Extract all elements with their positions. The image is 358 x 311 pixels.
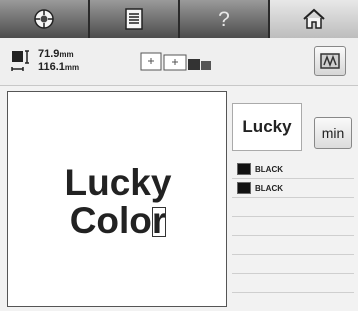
needle-sewing-icon — [34, 9, 54, 29]
tab-help[interactable]: ? — [180, 0, 270, 38]
empty-color-row — [232, 274, 354, 293]
canvas-line-2: Color — [69, 200, 167, 241]
home-icon — [303, 8, 325, 29]
text-cursor: r — [151, 200, 167, 241]
empty-color-row — [232, 217, 354, 236]
color-name: BLACK — [255, 183, 283, 193]
tab-home[interactable] — [270, 0, 358, 38]
empty-color-row — [232, 236, 354, 255]
min-button[interactable]: min — [314, 117, 352, 149]
color-swatch — [237, 163, 251, 175]
info-bar: 71.9mm 116.1mm — [0, 38, 358, 86]
text-preview: Lucky — [232, 103, 302, 151]
tab-sewing-settings[interactable] — [0, 0, 90, 38]
canvas-line-1: Lucky — [64, 162, 172, 203]
empty-color-row — [232, 198, 354, 217]
hoop-size-icon — [140, 52, 211, 71]
empty-color-row — [232, 293, 354, 311]
thread-color-list: BLACK BLACK — [232, 160, 354, 306]
embroidery-view-icon — [320, 53, 340, 69]
canvas-text: Lucky Color — [8, 164, 228, 240]
height-value: 116.1mm — [38, 61, 80, 73]
color-row[interactable]: BLACK — [232, 160, 354, 179]
svg-text:?: ? — [218, 8, 230, 30]
color-name: BLACK — [255, 164, 283, 174]
width-value: 71.9mm — [38, 48, 74, 60]
empty-color-row — [232, 255, 354, 274]
tab-document[interactable] — [90, 0, 180, 38]
top-tab-bar: ? — [0, 0, 358, 38]
color-swatch — [237, 182, 251, 194]
size-icon — [11, 50, 29, 71]
size-readout: 71.9mm 116.1mm — [10, 48, 120, 78]
question-mark-icon: ? — [218, 8, 230, 30]
color-row[interactable]: BLACK — [232, 179, 354, 198]
edit-canvas[interactable]: Lucky Color — [7, 91, 227, 307]
document-icon — [125, 8, 143, 30]
view-toggle-button[interactable] — [314, 46, 346, 76]
